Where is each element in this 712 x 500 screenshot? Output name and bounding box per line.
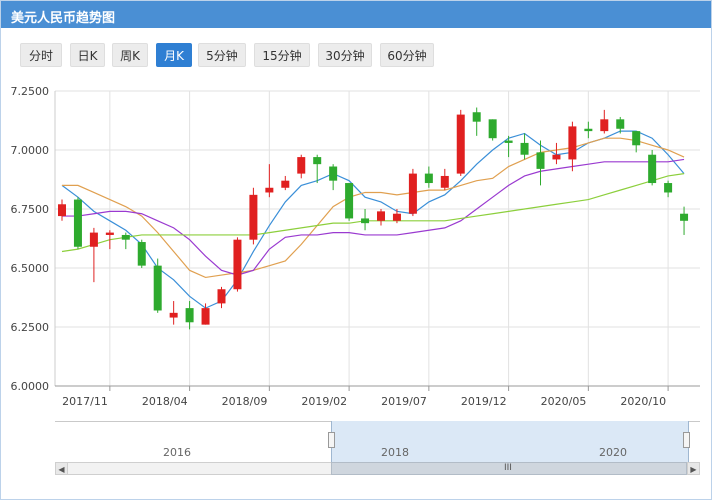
candle-body [632,131,641,146]
candle-body [297,157,306,174]
candle-body [217,289,226,304]
navigator-year-label: 2018 [381,446,409,459]
candle-body [137,242,146,266]
candle-body [153,265,162,311]
x-tick-label: 2018/04 [142,395,188,408]
candle-body [377,211,385,221]
scrollbar-grip-icon: III [504,463,512,473]
candle-body [680,213,689,221]
y-tick-label: 7.0000 [11,144,50,157]
y-tick-label: 6.5000 [11,262,50,275]
range-handle-left[interactable] [328,432,335,448]
y-tick-label: 6.0000 [11,380,50,393]
candle-body [552,154,561,160]
series-line [62,137,685,279]
x-tick-label: 2018/09 [222,395,268,408]
candle-body [105,232,114,235]
scroll-left-arrow-icon[interactable]: ◀ [55,462,68,475]
candle-body [440,175,449,188]
candle-body [648,154,657,184]
x-tick-label: 2020/05 [541,395,587,408]
candle-body [89,232,98,247]
candle-body [424,173,433,184]
candle-body [201,308,210,325]
y-tick-label: 6.7500 [11,203,50,216]
candle-body [392,213,401,221]
candle-body [58,204,66,217]
candle-body [504,140,513,143]
candle-body [616,119,625,129]
candle-body [313,157,322,165]
candle-body [584,128,593,132]
candle-body [73,199,82,247]
y-tick-label: 7.2500 [11,85,50,98]
candle-body [249,194,258,240]
candle-body [568,126,577,160]
candle-body [169,312,178,318]
candle-body [520,142,529,155]
candle-body [456,114,465,174]
candle-body [185,308,194,323]
candle-body [536,152,545,169]
candle-body [345,183,354,219]
candle-body [233,239,242,290]
candle-body [600,119,609,132]
candle-body [472,112,481,122]
candle-body [329,166,338,181]
candle-body [281,180,290,188]
x-tick-label: 2017/11 [62,395,108,408]
x-tick-label: 2019/12 [461,395,507,408]
scroll-right-arrow-icon[interactable]: ▶ [687,462,700,475]
candle-body [121,234,130,240]
navigator-year-label: 2016 [163,446,191,459]
x-tick-label: 2019/02 [301,395,347,408]
x-tick-label: 2019/07 [381,395,427,408]
candle-body [265,187,274,193]
candle-body [361,218,370,224]
candle-body [408,173,417,214]
x-tick-label: 2020/10 [620,395,666,408]
candle-body [488,119,497,139]
navigator-year-label: 2020 [599,446,627,459]
range-handle-right[interactable] [683,432,690,448]
series-line [61,173,685,253]
series-line [62,158,685,276]
candle-body [664,183,673,193]
y-tick-label: 6.2500 [11,321,50,334]
